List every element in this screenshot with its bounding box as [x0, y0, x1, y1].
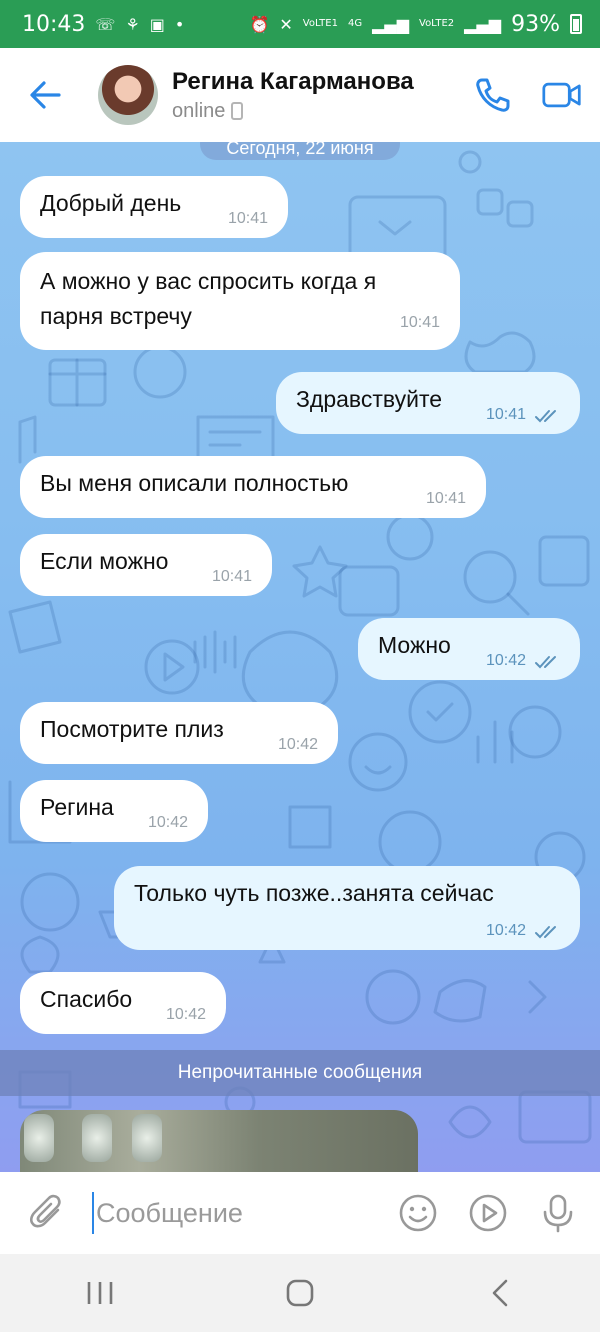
notification-icon: ⚘ — [125, 14, 140, 34]
signal-icon: ▂▄▆ — [464, 14, 502, 34]
message-time: 10:41 — [211, 568, 252, 585]
online-status-text: online — [172, 99, 226, 122]
message-text: А можно у вас спросить когда я парня вст… — [40, 268, 377, 329]
message-text: Регина — [40, 794, 114, 820]
attach-button[interactable] — [26, 1191, 70, 1235]
arrow-left-icon — [30, 81, 61, 109]
message-text: Посмотрите плиз — [40, 716, 224, 742]
message-bubble-incoming[interactable]: Если можно 10:41 — [20, 534, 272, 596]
message-time: 10:42 — [277, 736, 318, 753]
voice-message-button[interactable] — [538, 1193, 578, 1233]
message-bubble-incoming[interactable]: Спасибо 10:42 — [20, 972, 226, 1034]
battery-percent: 93% — [511, 11, 560, 37]
volte2-label: VoLTE2 — [419, 18, 455, 29]
home-button[interactable] — [270, 1263, 330, 1323]
message-time: 10:41 — [485, 406, 526, 423]
home-icon — [286, 1279, 314, 1307]
back-chevron-icon — [492, 1279, 508, 1307]
recents-icon — [87, 1282, 113, 1304]
phone-icon — [476, 78, 510, 112]
call-button[interactable] — [472, 75, 512, 115]
video-message-button[interactable] — [468, 1193, 508, 1233]
message-text: Спасибо — [40, 986, 133, 1012]
message-time: 10:41 — [425, 490, 466, 507]
message-bubble-outgoing[interactable]: Только чуть позже..занята сейчас 10:42 — [114, 866, 580, 950]
message-bubble-incoming[interactable]: Добрый день 10:41 — [20, 176, 288, 238]
chandelier-lamp — [132, 1114, 162, 1162]
contact-name: Регина Кагарманова — [172, 67, 414, 95]
system-navigation-bar — [0, 1254, 600, 1332]
battery-icon — [570, 14, 582, 34]
dot-icon: • — [174, 14, 185, 34]
message-text: Можно — [378, 632, 451, 658]
message-bubble-incoming[interactable]: Регина 10:42 — [20, 780, 208, 842]
mute-icon: ✕ — [279, 14, 293, 34]
message-text: Добрый день — [40, 190, 182, 216]
status-bar: 10:43 ☏ ⚘ ▣ • ⏰ ✕ VoLTE1 4G ▂▄▆ VoLTE2 ▂… — [0, 0, 600, 48]
message-bubble-incoming[interactable]: Посмотрите плиз 10:42 — [20, 702, 338, 764]
message-time: 10:42 — [165, 1006, 206, 1023]
contact-status: online — [172, 100, 414, 123]
emoji-button[interactable] — [398, 1193, 438, 1233]
photo-message[interactable] — [20, 1110, 418, 1172]
signal-icon: ▂▄▆ — [372, 14, 409, 34]
volte1-label: VoLTE1 — [302, 18, 338, 29]
video-camera-icon — [542, 82, 581, 108]
unread-messages-divider: Непрочитанные сообщения — [0, 1050, 600, 1096]
message-composer — [0, 1172, 600, 1254]
chat-header: Регина Кагарманова online — [0, 48, 600, 142]
read-checkmarks-icon — [535, 410, 556, 423]
read-checkmarks-icon — [535, 926, 556, 939]
message-time: 10:41 — [227, 210, 268, 227]
mobile-device-icon — [231, 102, 244, 120]
message-time: 10:42 — [485, 922, 526, 939]
app-badge-icon: ▣ — [149, 14, 165, 34]
recents-button[interactable] — [70, 1263, 130, 1323]
message-bubble-outgoing[interactable]: Здравствуйте 10:41 — [276, 372, 580, 434]
read-checkmarks-icon — [535, 656, 556, 669]
paperclip-icon — [29, 1194, 61, 1228]
message-text: Вы меня описали полностью — [40, 470, 349, 496]
message-bubble-incoming[interactable]: А можно у вас спросить когда я парня вст… — [20, 252, 460, 350]
chandelier-lamp — [82, 1114, 112, 1162]
network-type-label: 4G — [347, 18, 363, 29]
message-input[interactable] — [92, 1192, 368, 1234]
chandelier-lamp — [24, 1114, 54, 1162]
message-text: Только чуть позже..занята сейчас — [134, 880, 494, 906]
message-text: Здравствуйте — [296, 386, 443, 412]
date-separator: Сегодня, 22 июня — [200, 142, 400, 160]
video-call-button[interactable] — [542, 75, 582, 115]
message-time: 10:41 — [399, 314, 440, 331]
system-back-button[interactable] — [470, 1263, 530, 1323]
message-bubble-outgoing[interactable]: Можно 10:42 — [358, 618, 580, 680]
message-time: 10:42 — [485, 652, 526, 669]
contact-info[interactable]: Регина Кагарманова online — [172, 68, 414, 123]
message-bubble-incoming[interactable]: Вы меня описали полностью 10:41 — [20, 456, 486, 518]
microphone-icon — [543, 1194, 573, 1233]
avatar[interactable] — [98, 65, 158, 125]
message-time: 10:42 — [147, 814, 188, 831]
status-time: 10:43 — [22, 11, 86, 37]
message-text: Если можно — [40, 548, 169, 574]
back-button[interactable] — [16, 65, 76, 125]
alarm-icon: ⏰ — [249, 14, 270, 34]
play-circle-icon — [469, 1194, 507, 1232]
smiley-icon — [399, 1194, 437, 1232]
chat-area[interactable]: Сегодня, 22 июня Добрый день 10:41 А мож… — [0, 142, 600, 1172]
call-forward-icon: ☏ — [95, 14, 116, 34]
